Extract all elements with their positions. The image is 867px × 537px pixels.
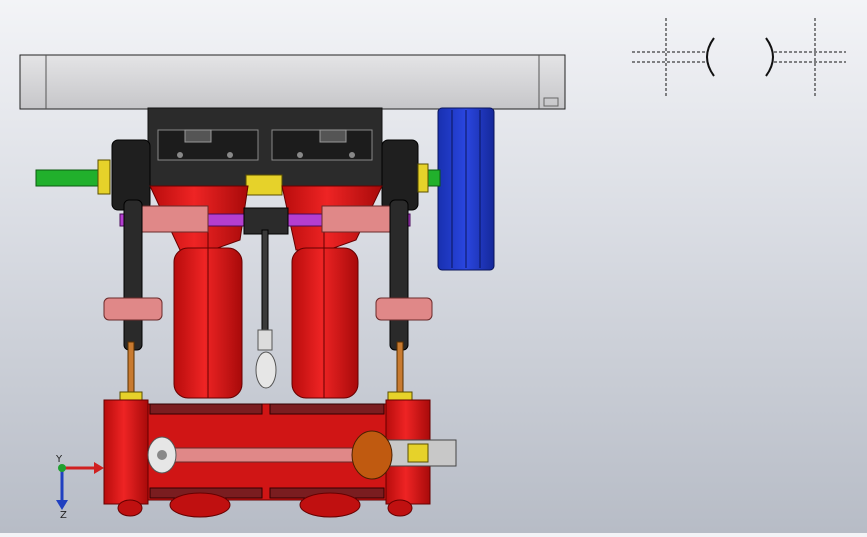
upper-block bbox=[97, 107, 429, 211]
triad-y-label: Y bbox=[55, 454, 63, 465]
weld-symbol-right bbox=[765, 18, 846, 98]
triad-z-label: Z bbox=[60, 510, 67, 521]
cad-model-view[interactable]: Y Z bbox=[0, 0, 867, 533]
top-plate bbox=[19, 54, 566, 110]
coordinate-triad: Y Z bbox=[55, 454, 104, 521]
flywheel bbox=[437, 107, 495, 271]
weld-symbol-left bbox=[632, 18, 715, 98]
crosshead bbox=[351, 430, 393, 480]
graphics-viewport[interactable]: Y Z bbox=[0, 0, 867, 533]
center-rod bbox=[255, 229, 277, 389]
